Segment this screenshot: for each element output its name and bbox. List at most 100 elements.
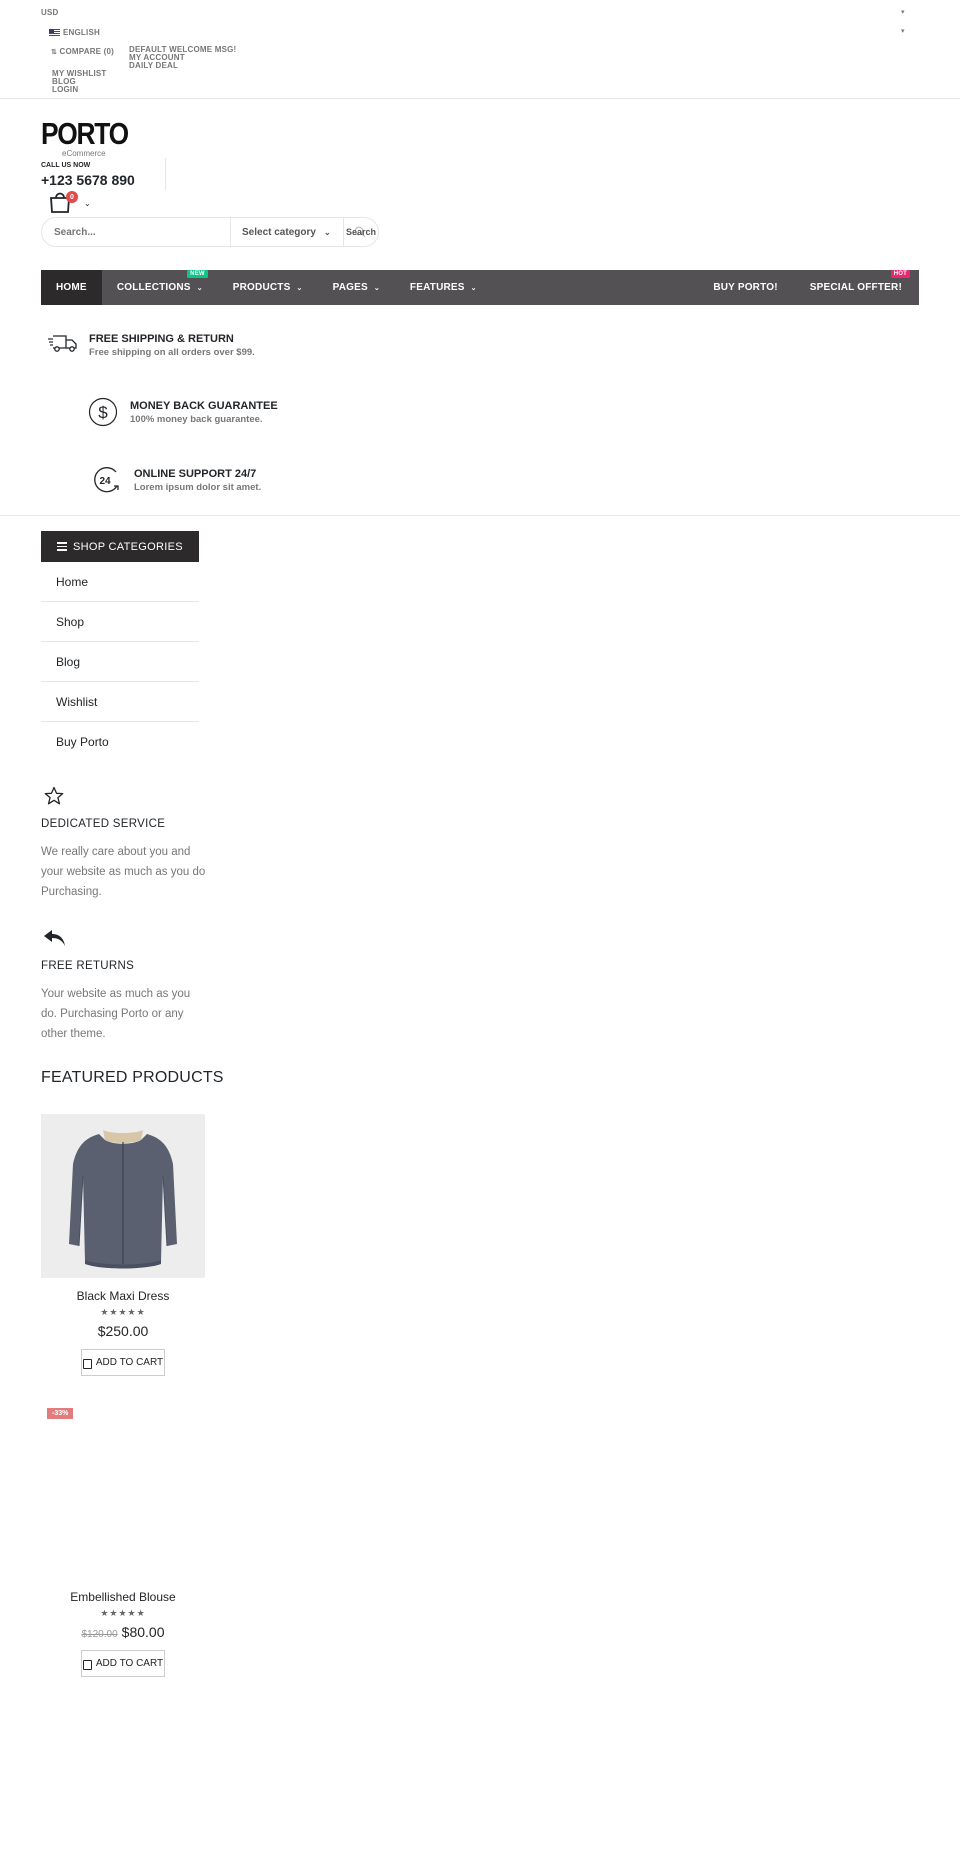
- us-flag-icon: [49, 29, 60, 37]
- chevron-down-icon: ⌄: [373, 284, 380, 292]
- product-image[interactable]: -33%: [41, 1400, 205, 1564]
- hot-badge: HOT: [890, 270, 910, 278]
- category-item-wishlist[interactable]: Wishlist: [41, 682, 199, 722]
- add-to-cart-label: ADD TO CART: [95, 1658, 164, 1669]
- shopping-bag-icon: [82, 1358, 92, 1369]
- category-label: Blog: [56, 654, 81, 669]
- sale-badge: -33%: [47, 1408, 74, 1419]
- sweater-image: [69, 1130, 177, 1269]
- category-item-home[interactable]: Home: [41, 562, 199, 602]
- logo-subtitle: eCommerce: [62, 149, 106, 158]
- chevron-down-icon: ⌄: [296, 284, 303, 292]
- compare-link[interactable]: ⇅ COMPARE (0): [51, 47, 114, 56]
- nav-buy-porto[interactable]: Buy Porto!: [698, 270, 794, 305]
- header-divider: [165, 158, 166, 190]
- chevron-down-icon: ⌄: [470, 284, 477, 292]
- rating-stars: ★★★★★: [100, 1307, 146, 1317]
- category-label: Buy Porto: [56, 735, 109, 749]
- feature-money-back: MONEY BACK GUARANTEE 100% money back gua…: [130, 400, 278, 425]
- feature-free-shipping: FREE SHIPPING & RETURN Free shipping on …: [89, 333, 255, 358]
- phone-number[interactable]: +123 5678 890: [41, 172, 135, 188]
- truck-icon: [47, 331, 79, 360]
- login-link[interactable]: LOGIN: [52, 85, 78, 94]
- daily-deal-link[interactable]: DAILY DEAL: [129, 61, 178, 70]
- add-to-cart-button[interactable]: ADD TO CART: [81, 1349, 165, 1376]
- compare-label: COMPARE (0): [59, 47, 115, 56]
- feature-online-support: ONLINE SUPPORT 24/7 Lorem ipsum dolor si…: [134, 468, 261, 493]
- nav-pages[interactable]: Pages ⌄: [318, 270, 395, 305]
- category-select-label: Select category: [242, 226, 316, 238]
- dollar-icon: $: [88, 397, 118, 432]
- topbar-divider: [0, 98, 960, 99]
- category-label: Home: [56, 574, 89, 589]
- product-price-group: $120.00 $80.00: [41, 1624, 205, 1640]
- language-label: ENGLISH: [63, 28, 100, 37]
- nav-collections[interactable]: Collections ⌄ NEW: [102, 270, 218, 305]
- category-select[interactable]: Select category ⌄: [230, 218, 343, 246]
- star-icon: [44, 786, 64, 811]
- product-name[interactable]: Embellished Blouse: [41, 1590, 205, 1604]
- nav-products[interactable]: Products ⌄: [218, 270, 318, 305]
- features-divider: [0, 515, 960, 516]
- logo-text: PORTO: [41, 116, 129, 151]
- new-badge: NEW: [187, 270, 208, 278]
- menu-icon: [57, 540, 67, 553]
- nav-special-offer[interactable]: Special Offter! HOT: [795, 270, 919, 305]
- featured-products-title: FEATURED PRODUCTS: [41, 1069, 224, 1086]
- nav-pages-label: Pages: [332, 282, 368, 293]
- nav-home-label: Home: [56, 282, 87, 293]
- chevron-down-icon[interactable]: ▾: [901, 27, 905, 35]
- shopping-bag-icon: [82, 1659, 92, 1670]
- category-label: Wishlist: [56, 694, 98, 709]
- currency-selector[interactable]: USD: [41, 8, 59, 17]
- search-button-label: Search: [346, 227, 377, 237]
- shop-categories-title: SHOP CATEGORIES: [73, 540, 183, 553]
- reply-icon: [43, 928, 67, 953]
- compare-icon: ⇅: [51, 49, 58, 56]
- search-button[interactable]: Search: [343, 218, 378, 246]
- category-item-blog[interactable]: Blog: [41, 642, 199, 682]
- product-name[interactable]: Black Maxi Dress: [41, 1289, 205, 1303]
- category-item-buy-porto[interactable]: Buy Porto: [41, 722, 199, 762]
- category-item-shop[interactable]: Shop: [41, 602, 199, 642]
- search-bar: Select category ⌄ Search: [41, 217, 379, 247]
- cart-count-badge: 0: [66, 191, 78, 203]
- product-old-price: $120.00: [81, 1629, 118, 1640]
- category-label: Shop: [56, 614, 85, 629]
- nav-collections-label: Collections: [116, 282, 191, 293]
- add-to-cart-label: ADD TO CART: [95, 1357, 164, 1368]
- service-title: FREE RETURNS: [41, 960, 135, 972]
- category-list: Home Shop Blog Wishlist Buy Porto: [41, 562, 199, 762]
- feature-subtitle: Free shipping on all orders over $99.: [89, 347, 255, 358]
- product-price: $80.00: [121, 1624, 165, 1640]
- rating-stars: ★★★★★: [100, 1608, 146, 1618]
- service-title: DEDICATED SERVICE: [41, 818, 166, 830]
- shop-categories-header[interactable]: SHOP CATEGORIES: [41, 531, 199, 562]
- feature-subtitle: Lorem ipsum dolor sit amet.: [134, 482, 262, 493]
- logo[interactable]: PORTO: [41, 116, 143, 152]
- feature-title: MONEY BACK GUARANTEE: [130, 400, 278, 412]
- feature-title: FREE SHIPPING & RETURN: [89, 333, 234, 345]
- nav-special-label: Special Offter!: [809, 282, 902, 293]
- support-24-icon: 24: [92, 466, 122, 499]
- nav-products-label: Products: [232, 282, 291, 293]
- nav-buy-label: Buy Porto!: [713, 282, 778, 293]
- main-nav: Home Collections ⌄ NEW Products ⌄ Pages ⌄ F…: [41, 270, 919, 305]
- nav-features[interactable]: Features ⌄: [395, 270, 492, 305]
- chevron-down-icon[interactable]: ⌄: [84, 199, 91, 208]
- support-24-text: 24: [99, 476, 111, 487]
- chevron-down-icon[interactable]: ▾: [901, 8, 905, 16]
- feature-title: ONLINE SUPPORT 24/7: [134, 468, 257, 480]
- product-price: $250.00: [97, 1323, 149, 1339]
- language-selector[interactable]: ENGLISH: [49, 28, 100, 37]
- chevron-down-icon: ⌄: [196, 284, 203, 292]
- service-text: Your website as much as you do. Purchasi…: [41, 988, 191, 1040]
- product-image[interactable]: [41, 1114, 205, 1278]
- call-us-label: CALL US NOW: [41, 162, 91, 169]
- feature-subtitle: 100% money back guarantee.: [130, 414, 263, 425]
- search-input[interactable]: [42, 218, 230, 246]
- add-to-cart-button[interactable]: ADD TO CART: [81, 1650, 165, 1677]
- nav-home[interactable]: Home: [41, 270, 102, 305]
- svg-text:$: $: [98, 403, 108, 422]
- cart-button[interactable]: 0: [48, 190, 78, 214]
